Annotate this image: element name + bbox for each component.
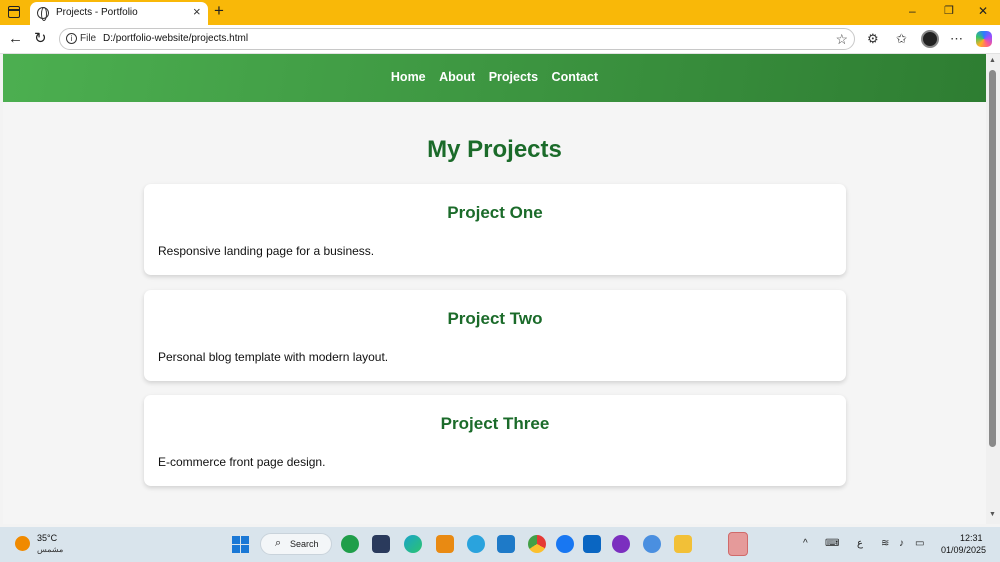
input-language-indicator[interactable]: ع xyxy=(857,538,863,549)
site-header: Home About Projects Contact xyxy=(3,54,986,102)
sun-icon[interactable] xyxy=(15,536,30,551)
telegram-icon[interactable] xyxy=(467,535,485,553)
clock-time[interactable]: 12:31 xyxy=(960,533,983,543)
scroll-thumb[interactable] xyxy=(989,70,996,447)
battery-icon[interactable]: ▭ xyxy=(915,538,924,549)
whatsapp-icon[interactable] xyxy=(341,535,359,553)
scroll-up-icon[interactable]: ▲ xyxy=(989,57,996,64)
tor-browser-icon[interactable] xyxy=(612,535,630,553)
url-text[interactable]: D:/portfolio-website/projects.html xyxy=(103,33,248,44)
chrome-icon[interactable] xyxy=(528,535,546,553)
browser-app-icon[interactable] xyxy=(643,535,661,553)
edge-icon[interactable] xyxy=(404,535,422,553)
project-title: Project Three xyxy=(440,414,550,433)
copilot-icon[interactable] xyxy=(976,31,992,47)
address-bar[interactable]: i File D:/portfolio-website/projects.htm… xyxy=(59,28,855,50)
page-viewport: Home About Projects Contact My Projects … xyxy=(3,54,986,524)
volume-icon[interactable]: ♪ xyxy=(899,538,904,549)
project-description: Personal blog template with modern layou… xyxy=(158,350,389,364)
browser-toolbar: ← ↻ i File D:/portfolio-website/projects… xyxy=(0,25,1000,54)
new-tab-button[interactable]: + xyxy=(214,2,224,20)
start-button[interactable] xyxy=(232,536,249,553)
nav-projects[interactable]: Projects xyxy=(489,70,538,84)
refresh-button[interactable]: ↻ xyxy=(34,30,47,48)
extensions-icon[interactable]: ⚙ xyxy=(867,31,879,47)
file-explorer-icon[interactable] xyxy=(674,535,692,553)
nav-home[interactable]: Home xyxy=(391,70,426,84)
back-button[interactable]: ← xyxy=(8,30,23,48)
store-icon[interactable] xyxy=(372,535,390,553)
remote-desktop-icon[interactable] xyxy=(436,535,454,553)
page-title: My Projects xyxy=(427,136,562,163)
clock-date[interactable]: 01/09/2025 xyxy=(941,545,986,555)
photos-app-icon[interactable] xyxy=(728,532,748,556)
address-prefix: File xyxy=(80,33,97,44)
globe-icon xyxy=(37,7,49,21)
scroll-down-icon[interactable]: ▼ xyxy=(989,511,996,518)
keyboard-icon[interactable]: ⌨ xyxy=(825,538,839,549)
site-nav: Home About Projects Contact xyxy=(3,70,986,84)
project-card: Project One Responsive landing page for … xyxy=(144,184,846,275)
project-card: Project Three E-commerce front page desi… xyxy=(144,395,846,486)
tray-overflow-icon[interactable]: ^ xyxy=(803,538,808,549)
linkedin-icon[interactable] xyxy=(583,535,601,553)
minimize-button[interactable]: – xyxy=(909,4,916,18)
vscode-icon[interactable] xyxy=(497,535,515,553)
nav-about[interactable]: About xyxy=(439,70,475,84)
browser-tab[interactable]: Projects - Portfolio × xyxy=(30,2,208,25)
title-bar: Projects - Portfolio × + – ❐ ✕ xyxy=(0,0,1000,25)
search-icon: ⌕ xyxy=(275,537,282,549)
project-card: Project Two Personal blog template with … xyxy=(144,290,846,381)
profile-avatar[interactable] xyxy=(921,30,939,48)
weather-condition[interactable]: مشمس xyxy=(37,545,63,554)
facebook-icon[interactable] xyxy=(556,535,574,553)
project-title: Project One xyxy=(447,203,543,222)
taskbar: 35°C مشمس ⌕ Search ^ ⌨ ع ≋ ♪ ▭ 12:31 01/… xyxy=(0,527,1000,562)
project-title: Project Two xyxy=(447,309,543,328)
project-description: Responsive landing page for a business. xyxy=(158,244,375,258)
tab-title: Projects - Portfolio xyxy=(56,7,138,18)
close-window-button[interactable]: ✕ xyxy=(978,4,988,18)
search-label: Search xyxy=(290,539,319,549)
more-menu-icon[interactable]: ⋯ xyxy=(950,31,963,47)
favorite-star-icon[interactable]: ☆ xyxy=(835,30,848,48)
weather-temp[interactable]: 35°C xyxy=(37,533,57,543)
project-description: E-commerce front page design. xyxy=(158,455,326,469)
wifi-icon[interactable]: ≋ xyxy=(881,538,889,549)
restore-button[interactable]: ❐ xyxy=(944,4,954,18)
info-icon[interactable]: i xyxy=(66,33,77,44)
favorites-icon[interactable]: ✩ xyxy=(896,31,907,47)
taskbar-search[interactable]: ⌕ Search xyxy=(260,533,332,555)
tab-close-icon[interactable]: × xyxy=(193,5,201,19)
window-menu-icon[interactable] xyxy=(8,6,20,18)
page-scrollbar[interactable]: ▲ ▼ xyxy=(986,54,1000,524)
nav-contact[interactable]: Contact xyxy=(552,70,599,84)
